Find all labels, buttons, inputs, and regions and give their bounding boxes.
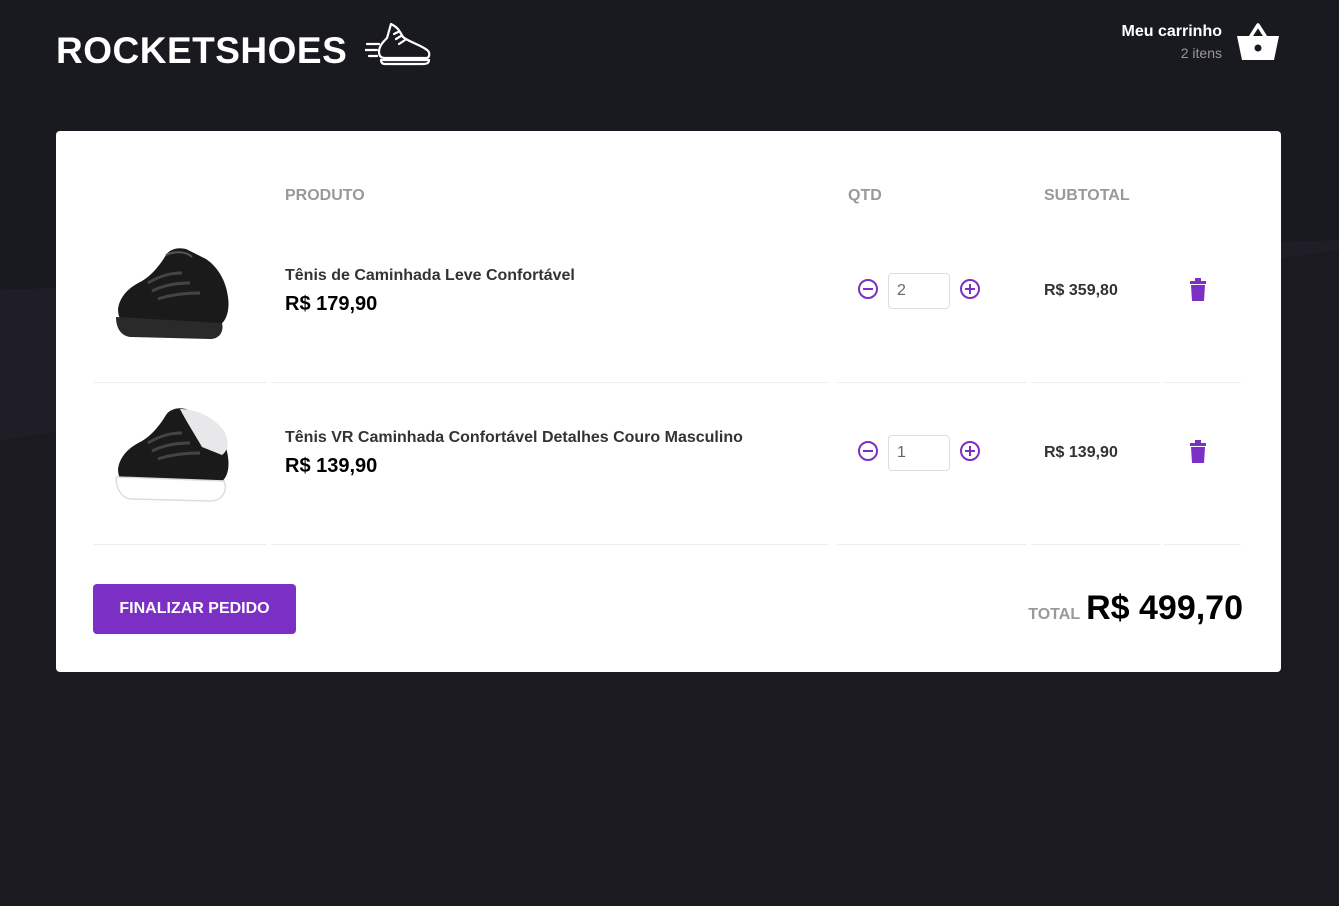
product-price: R$ 139,90 xyxy=(285,455,378,477)
cart-item-row: Tênis VR Caminhada Confortável Detalhes … xyxy=(94,383,1241,545)
trash-icon[interactable] xyxy=(1188,278,1208,302)
trash-icon[interactable] xyxy=(1188,440,1208,464)
home-logo-link[interactable]: ROCKETSHOES xyxy=(56,18,433,69)
product-title: Tênis VR Caminhada Confortável Detalhes … xyxy=(285,429,743,446)
total-value: R$ 499,70 xyxy=(1086,589,1243,627)
plus-circle-icon[interactable] xyxy=(959,440,981,462)
column-header-subtotal: SUBTOTAL xyxy=(1044,187,1130,204)
plus-circle-icon[interactable] xyxy=(959,278,981,300)
quantity-input[interactable]: 2 xyxy=(888,273,950,309)
basket-icon xyxy=(1237,23,1279,60)
row-divider xyxy=(1031,544,1161,545)
cart-title: Meu carrinho xyxy=(1121,23,1222,40)
cart-panel: PRODUTO QTD SUBTOTAL Tênis de Caminhada … xyxy=(56,131,1281,672)
product-image xyxy=(115,408,229,502)
cart-link[interactable]: Meu carrinho 2 itens xyxy=(1122,22,1280,62)
order-total: TOTAL R$ 499,70 xyxy=(1028,589,1243,628)
item-subtotal: R$ 139,90 xyxy=(1044,444,1118,461)
minus-circle-icon[interactable] xyxy=(857,278,879,300)
site-header: ROCKETSHOES Meu carrinho 2 itens xyxy=(56,0,1280,100)
product-title: Tênis de Caminhada Leve Confortável xyxy=(285,267,575,284)
column-header-product: PRODUTO xyxy=(285,187,365,204)
logo-text: ROCKETSHOES xyxy=(56,30,348,71)
product-price: R$ 179,90 xyxy=(285,293,378,315)
cart-item-row: Tênis de Caminhada Leve Confortável R$ 1… xyxy=(94,221,1241,383)
row-divider xyxy=(1164,544,1241,545)
cart-info: Meu carrinho 2 itens xyxy=(1122,23,1222,61)
checkout-button[interactable]: FINALIZAR PEDIDO xyxy=(93,584,296,634)
product-image xyxy=(116,248,229,339)
cart-item-count: 2 itens xyxy=(1180,45,1222,61)
item-subtotal: R$ 359,80 xyxy=(1044,282,1118,299)
row-divider xyxy=(271,544,829,545)
quantity-input[interactable]: 1 xyxy=(888,435,950,471)
running-shoe-icon xyxy=(365,22,431,65)
row-divider xyxy=(837,544,1027,545)
column-header-quantity: QTD xyxy=(848,187,882,204)
row-divider xyxy=(94,544,267,545)
total-label: TOTAL xyxy=(1028,606,1081,623)
minus-circle-icon[interactable] xyxy=(857,440,879,462)
